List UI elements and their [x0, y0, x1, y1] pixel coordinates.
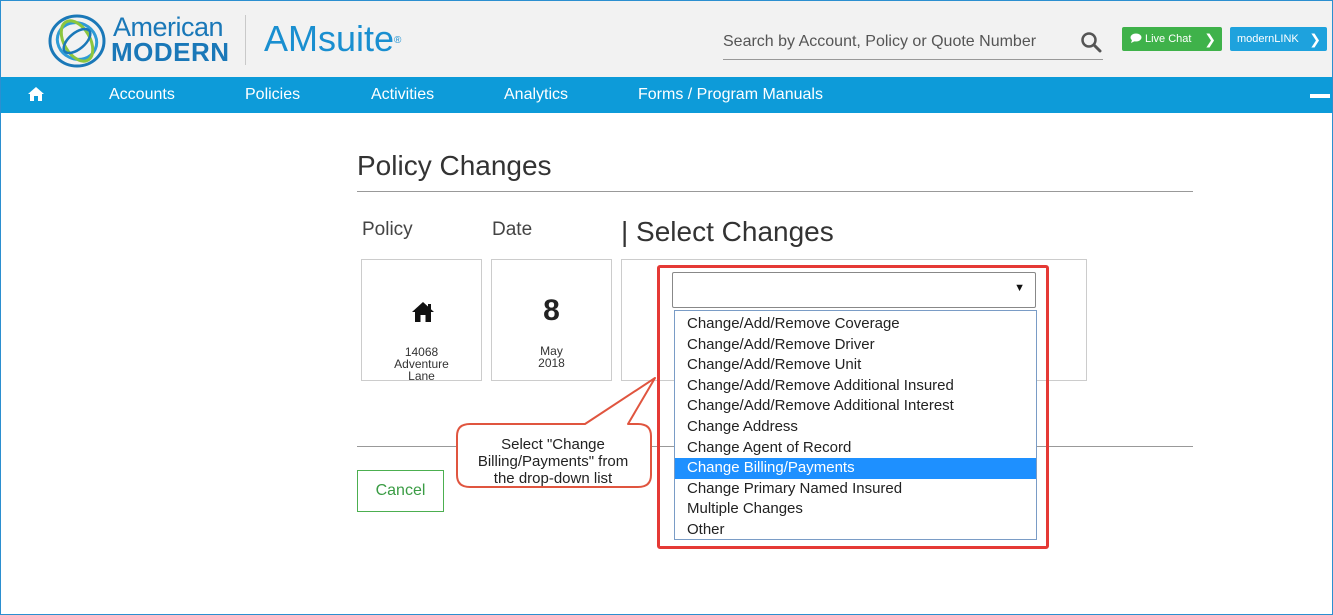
option-change-add-remove-coverage[interactable]: Change/Add/Remove Coverage: [675, 314, 1036, 335]
home-icon: [412, 302, 434, 322]
app-name-text: AMsuite: [264, 18, 395, 59]
callout-line: Billing/Payments" from: [477, 453, 629, 470]
page-title: Policy Changes: [357, 150, 552, 181]
search-input[interactable]: [723, 29, 1068, 55]
chat-bubble-icon: [1130, 33, 1142, 43]
nav-item-forms-program-manuals[interactable]: Forms / Program Manuals: [638, 86, 823, 104]
select-changes-heading: | Select Changes: [621, 216, 834, 247]
app-name[interactable]: AMsuite®: [264, 19, 401, 59]
option-other[interactable]: Other: [675, 520, 1036, 541]
option-multiple-changes[interactable]: Multiple Changes: [675, 499, 1036, 520]
live-chat-button[interactable]: Live Chat ❯: [1122, 27, 1222, 51]
live-chat-label: Live Chat: [1145, 33, 1192, 45]
option-change-add-remove-additional-insured[interactable]: Change/Add/Remove Additional Insured: [675, 376, 1036, 397]
modernlink-button[interactable]: modernLINK ❯: [1230, 27, 1327, 51]
registered-mark: ®: [394, 35, 402, 46]
menu-collapse-icon[interactable]: [1310, 94, 1330, 98]
option-change-add-remove-driver[interactable]: Change/Add/Remove Driver: [675, 335, 1036, 356]
caret-down-icon: ▼: [1014, 282, 1025, 294]
american-modern-logo-icon: [48, 14, 106, 68]
change-type-options: Change/Add/Remove Coverage Change/Add/Re…: [674, 310, 1037, 540]
nav-item-analytics[interactable]: Analytics: [504, 86, 568, 104]
home-icon[interactable]: [27, 86, 45, 102]
option-change-address[interactable]: Change Address: [675, 417, 1036, 438]
option-change-add-remove-unit[interactable]: Change/Add/Remove Unit: [675, 355, 1036, 376]
title-divider: [357, 191, 1193, 192]
callout-line: the drop-down list: [493, 470, 613, 487]
nav-item-activities[interactable]: Activities: [371, 86, 434, 104]
option-change-billing-payments[interactable]: Change Billing/Payments: [675, 458, 1036, 479]
callout-text: Select "Change Billing/Payments" from th…: [458, 436, 648, 487]
app-header: American MODERN AMsuite® Live Chat ❯ mod…: [1, 1, 1332, 77]
nav-item-policies[interactable]: Policies: [245, 86, 300, 104]
nav-item-accounts[interactable]: Accounts: [109, 86, 175, 104]
logo-modern-text: MODERN: [111, 37, 230, 67]
modernlink-label: modernLINK: [1237, 33, 1299, 45]
change-type-select[interactable]: ▼: [672, 272, 1036, 308]
option-change-primary-named-insured[interactable]: Change Primary Named Insured: [675, 479, 1036, 500]
date-label: Date: [492, 219, 533, 240]
search-icon[interactable]: [1080, 31, 1102, 53]
policy-label: Policy: [362, 219, 413, 240]
search-field: [723, 25, 1103, 60]
option-change-add-remove-additional-interest[interactable]: Change/Add/Remove Additional Interest: [675, 396, 1036, 417]
callout-line: Select "Change: [501, 436, 605, 453]
logo-divider: [245, 15, 246, 65]
chevron-right-icon: ❯: [1309, 31, 1321, 47]
chevron-right-icon: ❯: [1204, 31, 1216, 47]
main-nav: Accounts Policies Activities Analytics F…: [1, 77, 1332, 113]
cancel-button[interactable]: Cancel: [357, 470, 444, 512]
option-change-agent-of-record[interactable]: Change Agent of Record: [675, 438, 1036, 459]
